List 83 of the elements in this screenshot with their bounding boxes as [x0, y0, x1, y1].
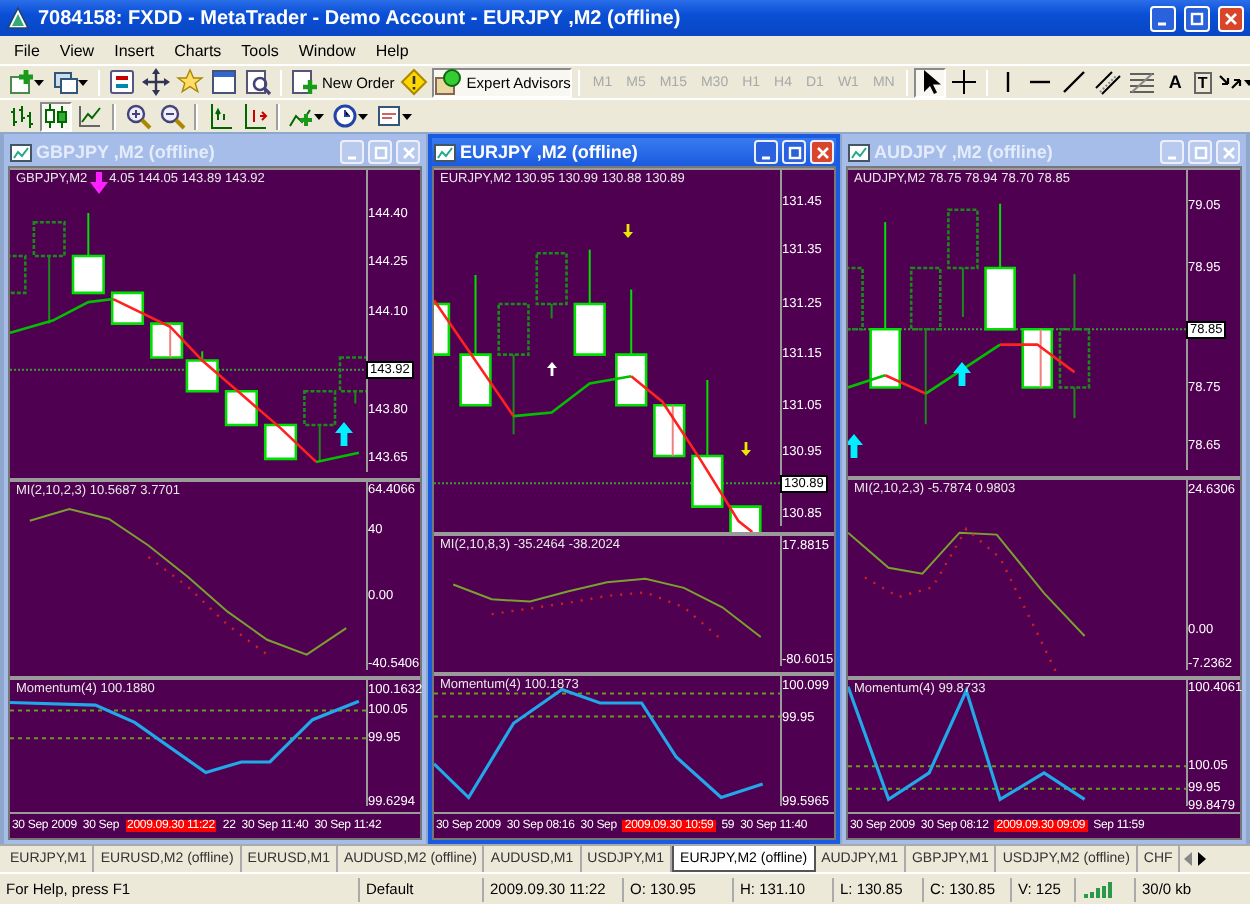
crosshair-icon[interactable] — [948, 67, 981, 97]
market-watch-icon[interactable] — [106, 67, 138, 97]
new-chart-icon[interactable] — [6, 67, 48, 97]
connection-bars-icon — [1082, 880, 1114, 898]
candlestick-chart-icon[interactable] — [40, 101, 72, 131]
up-arrow-icon — [335, 421, 354, 446]
menu-item[interactable]: View — [49, 41, 105, 59]
close-icon — [1221, 145, 1235, 159]
candlestick — [110, 291, 145, 325]
candlestick — [263, 423, 298, 461]
candlestick — [947, 208, 979, 318]
menu-item[interactable]: Tools — [231, 41, 289, 59]
candlestick — [535, 251, 568, 320]
warning-icon[interactable] — [398, 67, 431, 97]
chart-icon — [848, 141, 870, 163]
candlestick — [497, 302, 530, 436]
window-title: 7084158: FXDD - MetaTrader - Demo Account - EURJPY ,M2 (offline) — [38, 7, 683, 29]
zoom-out-icon[interactable] — [156, 101, 188, 131]
candlestick — [653, 404, 686, 458]
window-title: GBPJPY ,M2 (offline) — [36, 142, 217, 162]
close-icon — [401, 145, 415, 159]
candlestick — [71, 212, 105, 295]
candlestick — [848, 266, 864, 331]
candlestick — [185, 350, 219, 393]
chart-window[interactable] — [428, 134, 840, 844]
candlestick — [1021, 327, 1054, 389]
candlestick — [150, 322, 184, 359]
candlestick — [573, 248, 606, 356]
bar-chart-icon[interactable] — [6, 101, 38, 131]
app-icon — [6, 6, 30, 30]
windows-icon[interactable] — [50, 67, 92, 97]
menu-item[interactable]: Window — [288, 41, 366, 59]
template-icon[interactable] — [374, 101, 416, 131]
clock-icon[interactable] — [330, 101, 372, 131]
text-tool-button[interactable]: A — [1160, 67, 1190, 97]
menu-item[interactable]: Charts — [164, 41, 232, 59]
candlestick — [10, 254, 27, 295]
minimize-button[interactable] — [754, 140, 778, 164]
window-title: EURJPY ,M2 (offline) — [460, 142, 640, 162]
menu-item[interactable]: Insert — [104, 41, 165, 59]
maximize-icon — [1190, 11, 1204, 25]
window-icon[interactable] — [208, 67, 240, 97]
chart-icon — [434, 141, 456, 163]
scroll-right-icon[interactable] — [1196, 852, 1207, 866]
chart-window-title-bar[interactable]: EURJPY ,M2 (offline) — [432, 138, 836, 166]
chart-icon — [10, 141, 32, 163]
maximize-icon — [1193, 145, 1207, 159]
move-icon[interactable] — [140, 67, 172, 97]
label-tool-button[interactable]: T — [1191, 67, 1214, 97]
close-button[interactable] — [810, 140, 834, 164]
star-icon[interactable] — [174, 67, 206, 97]
up-arrow-icon — [953, 362, 972, 387]
document-plus-icon — [290, 68, 318, 96]
horizontal-lines-icon[interactable] — [1126, 67, 1159, 97]
up-arrow-icon — [848, 433, 864, 458]
document-search-icon[interactable] — [242, 67, 274, 97]
down-arrow-icon — [89, 172, 108, 194]
signal-line — [147, 555, 268, 655]
expert-advisor-icon — [434, 68, 463, 96]
candlestick — [615, 288, 648, 407]
candlestick — [459, 274, 492, 407]
candlestick — [729, 505, 762, 532]
down-arrow-icon — [740, 441, 751, 456]
down-arrow-icon — [622, 224, 633, 239]
candlestick — [434, 302, 451, 356]
trend-line-icon[interactable] — [1058, 67, 1091, 97]
candlestick — [984, 202, 1016, 331]
close-icon — [815, 145, 829, 159]
menu-item[interactable]: Help — [365, 41, 419, 59]
close-icon — [1224, 11, 1238, 25]
zoom-in-icon[interactable] — [122, 101, 154, 131]
maximize-icon — [787, 145, 801, 159]
menu-item[interactable]: File — [4, 41, 50, 59]
maximize-button[interactable] — [782, 140, 806, 164]
candlestick — [32, 220, 66, 325]
maximize-icon — [373, 145, 387, 159]
parallel-lines-icon[interactable] — [1092, 67, 1125, 97]
candlestick — [224, 389, 258, 427]
candlestick — [691, 378, 724, 508]
window-title: AUDJPY ,M2 (offline) — [874, 142, 1055, 162]
line-chart-icon[interactable] — [74, 101, 106, 131]
up-arrow-icon — [546, 361, 557, 376]
cursor-icon[interactable] — [914, 67, 947, 97]
